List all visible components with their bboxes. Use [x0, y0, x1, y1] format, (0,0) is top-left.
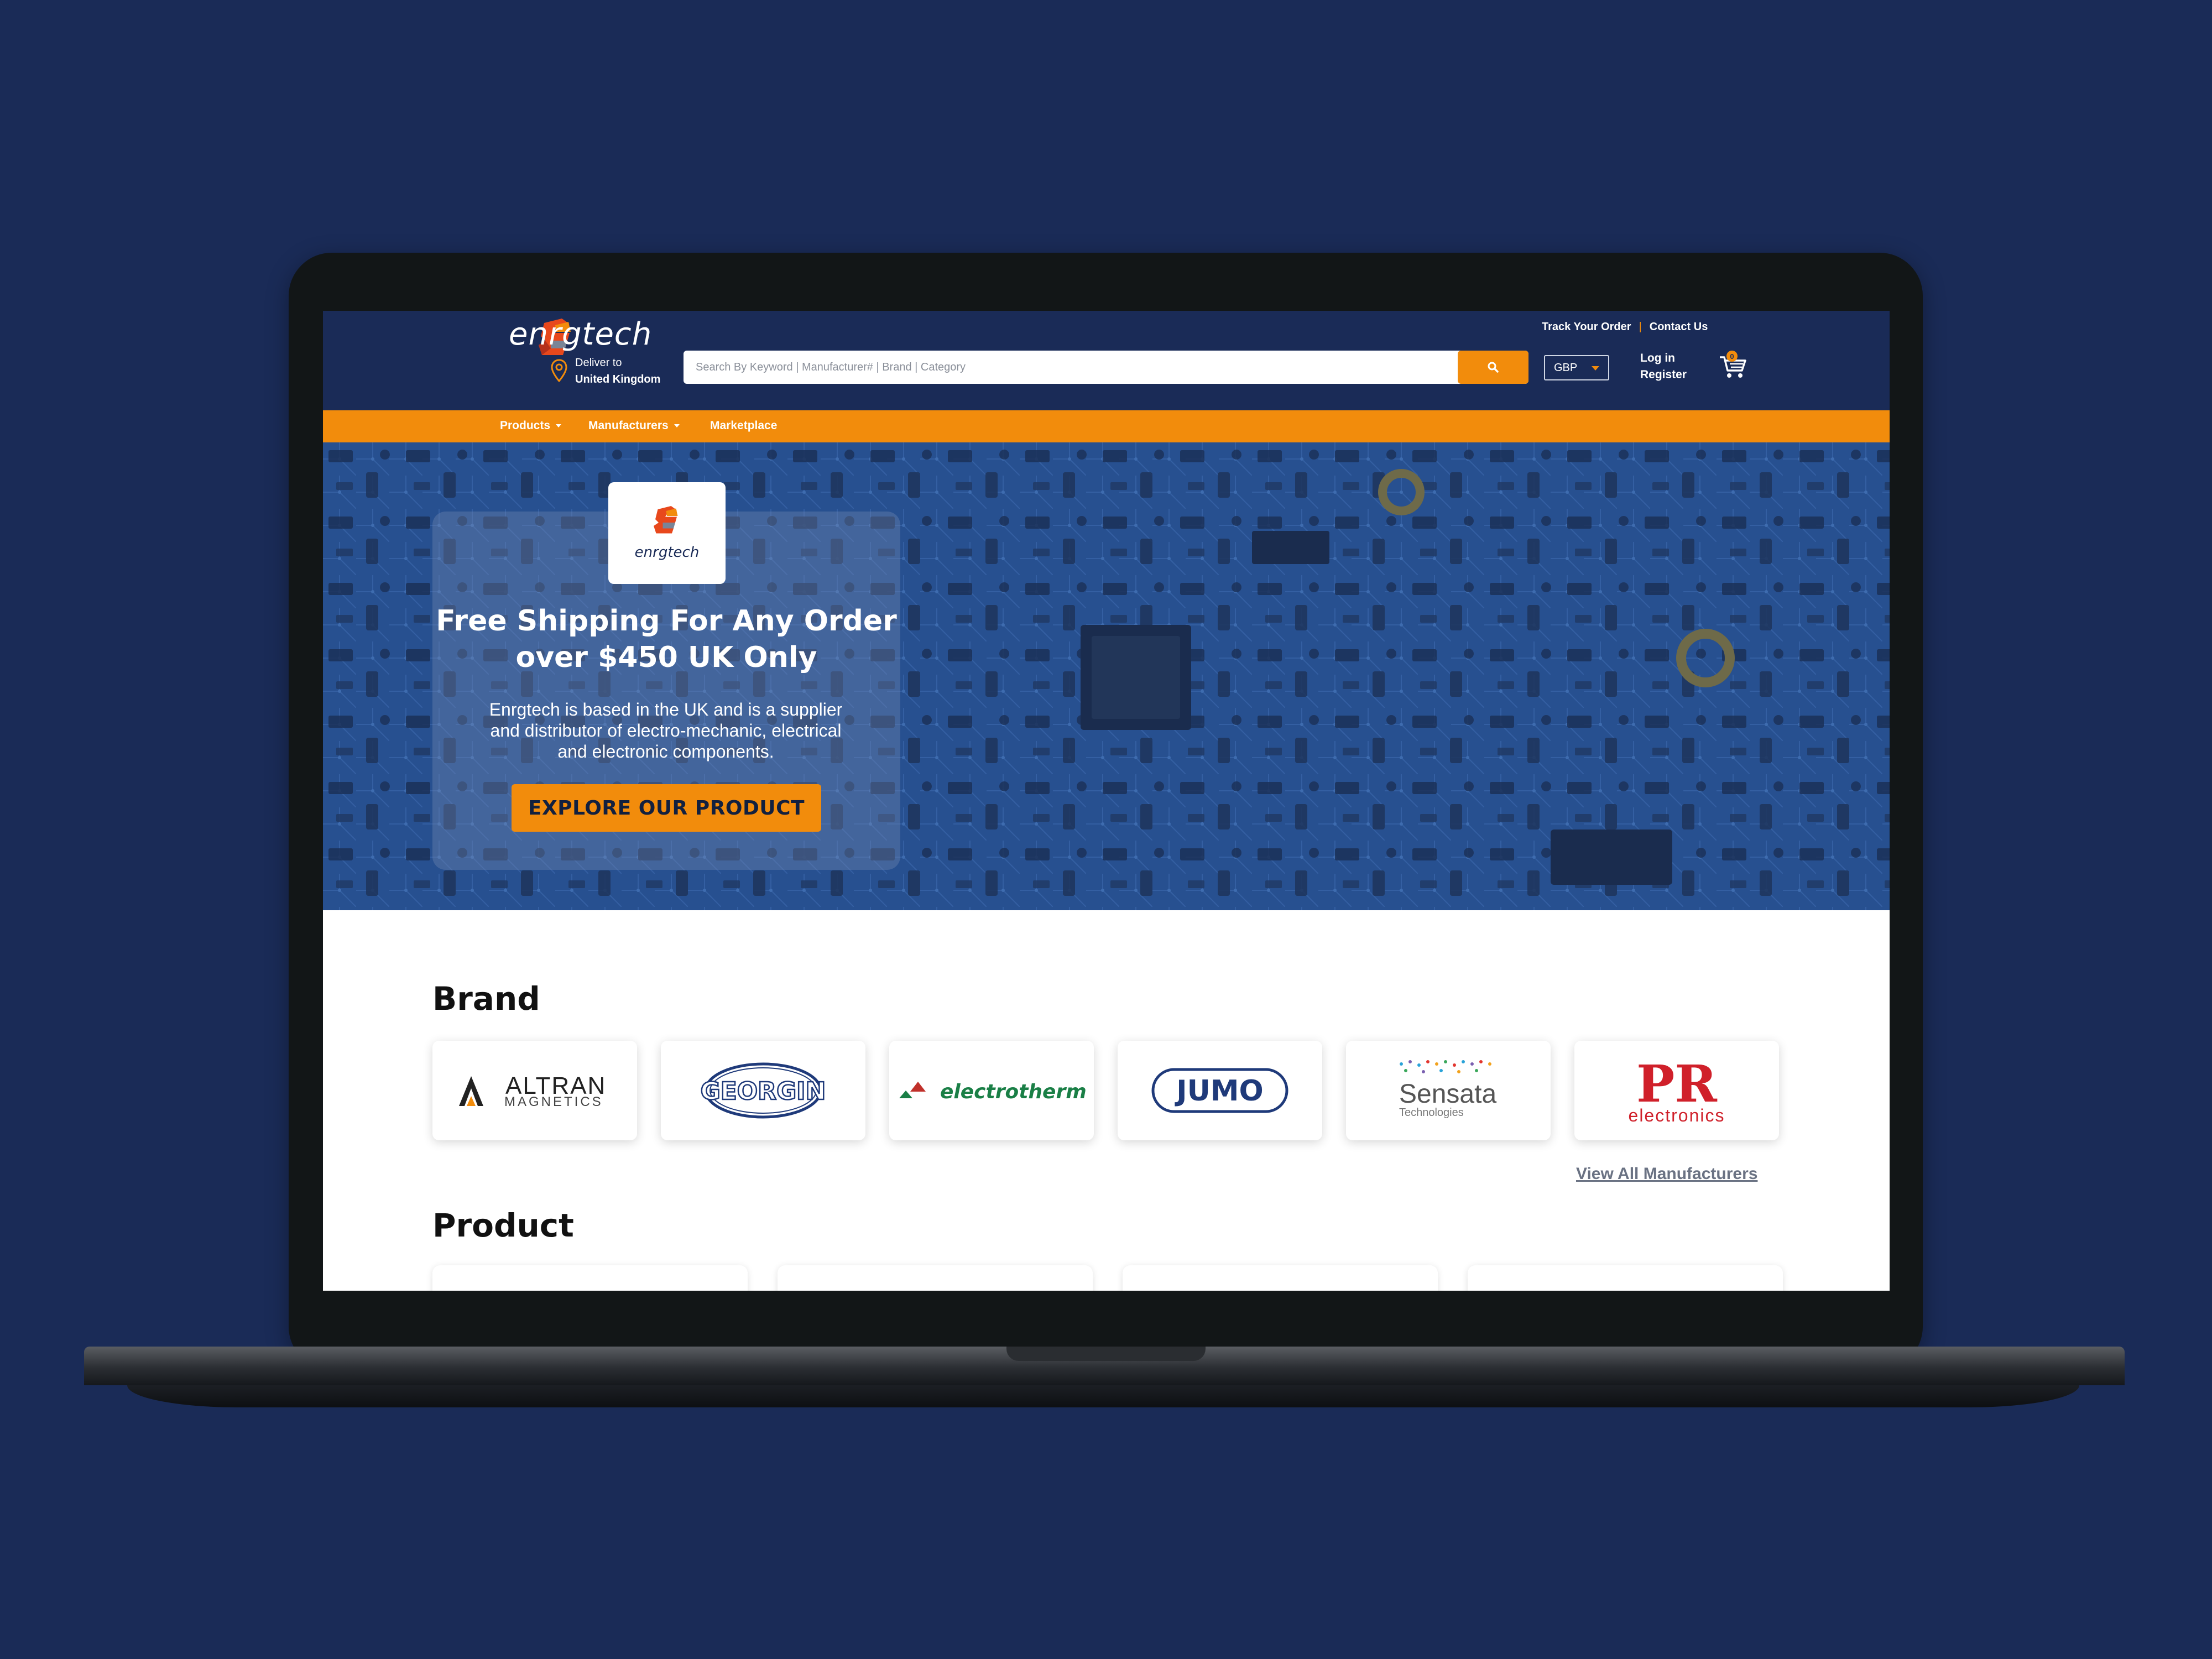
- site-header: enrgtech Deliver to United Kingdom GBP L…: [323, 311, 1890, 410]
- cart-count-badge: 0: [1726, 351, 1738, 362]
- currency-value: GBP: [1554, 361, 1578, 374]
- altran-magnetics-logo: ALTRAN MAGNETICS: [459, 1072, 605, 1109]
- hero-description-line: Enrgtech is based in the UK and is a sup…: [489, 700, 843, 719]
- brand-card-georgin[interactable]: GEORGIN: [661, 1041, 865, 1140]
- search-icon: [1488, 362, 1499, 373]
- brand-name: GEORGIN: [701, 1077, 826, 1105]
- track-order-link[interactable]: Track Your Order: [1542, 321, 1631, 333]
- brand-card-electrotherm[interactable]: electrotherm: [889, 1041, 1094, 1140]
- hero-description-line: and electronic components.: [557, 742, 774, 761]
- hero-title: Free Shipping For Any Order over $450 UK…: [432, 603, 900, 676]
- product-card[interactable]: [1468, 1265, 1783, 1291]
- product-section-title: Product: [432, 1207, 574, 1244]
- search-button[interactable]: [1458, 351, 1528, 384]
- laptop-screen: enrgtech Deliver to United Kingdom GBP L…: [323, 311, 1890, 1291]
- link-separator: |: [1639, 321, 1642, 333]
- hero-logo-badge: enrgtech: [608, 482, 726, 584]
- location-pin-icon: [551, 359, 567, 382]
- brand-card-jumo[interactable]: JUMO: [1118, 1041, 1322, 1140]
- chevron-down-icon: [556, 424, 562, 428]
- brand-name: PR: [1636, 1054, 1717, 1114]
- hero-title-line: over $450 UK Only: [515, 641, 817, 674]
- nav-item-label: Marketplace: [710, 419, 778, 432]
- pr-electronics-logo: PR electronics: [1629, 1054, 1725, 1125]
- jumo-logo: JUMO: [1151, 1068, 1288, 1113]
- explore-product-button[interactable]: EXPLORE OUR PRODUCT: [512, 784, 821, 832]
- deliver-location: United Kingdom: [575, 373, 661, 385]
- logo-wordmark[interactable]: enrgtech: [509, 316, 652, 352]
- main-nav: Products Manufacturers Marketplace: [323, 410, 1890, 442]
- hero-logo-wordmark: enrgtech: [634, 544, 700, 561]
- nav-item-label: Manufacturers: [588, 419, 669, 432]
- hero-banner: enrgtech Free Shipping For Any Order ove…: [323, 442, 1890, 910]
- brand-section-title: Brand: [432, 980, 540, 1018]
- enrgtech-logo-icon: [654, 506, 678, 534]
- view-all-manufacturers-link[interactable]: View All Manufacturers: [1576, 1165, 1757, 1183]
- brand-name: electrotherm: [940, 1081, 1087, 1103]
- brand-card-pr-electronics[interactable]: PR electronics: [1574, 1041, 1779, 1140]
- login-link[interactable]: Log in: [1640, 352, 1675, 365]
- brand-name: Sensata: [1399, 1079, 1496, 1109]
- hero-description-line: and distributor of electro-mechanic, ele…: [490, 721, 842, 740]
- brand-subtitle: MAGNETICS: [504, 1094, 603, 1109]
- nav-item-products[interactable]: Products: [500, 419, 562, 432]
- register-link[interactable]: Register: [1640, 368, 1687, 382]
- laptop-base-bottom: [127, 1385, 2079, 1407]
- sensata-dots: [1400, 1060, 1491, 1073]
- product-card[interactable]: [432, 1265, 748, 1291]
- nav-item-manufacturers[interactable]: Manufacturers: [588, 419, 680, 432]
- electrotherm-logo: electrotherm: [899, 1081, 1087, 1103]
- brand-subtitle: electronics: [1629, 1105, 1725, 1125]
- brand-card-sensata[interactable]: Sensata Technologies: [1346, 1041, 1551, 1140]
- hero-title-line: Free Shipping For Any Order: [436, 604, 897, 638]
- brand-name: JUMO: [1175, 1074, 1264, 1108]
- brand-subtitle: Technologies: [1399, 1107, 1464, 1119]
- georgin-logo: GEORGIN: [700, 1062, 827, 1119]
- chevron-down-icon: [674, 424, 680, 428]
- product-card[interactable]: [1123, 1265, 1438, 1291]
- laptop-notch: [1006, 1347, 1206, 1361]
- chevron-down-icon: [1592, 366, 1599, 371]
- search-bar: [684, 351, 1528, 384]
- search-input[interactable]: [684, 351, 1458, 384]
- contact-us-link[interactable]: Contact Us: [1650, 321, 1708, 333]
- product-card[interactable]: [778, 1265, 1093, 1291]
- deliver-label: Deliver to: [575, 357, 622, 369]
- nav-item-marketplace[interactable]: Marketplace: [710, 419, 777, 432]
- sensata-logo: Sensata Technologies: [1399, 1060, 1496, 1119]
- brand-card-altran[interactable]: ALTRAN MAGNETICS: [432, 1041, 637, 1140]
- currency-select[interactable]: GBP: [1544, 355, 1609, 380]
- hero-description: Enrgtech is based in the UK and is a sup…: [478, 699, 854, 762]
- top-links: Track Your Order | Contact Us: [1542, 321, 1708, 333]
- nav-item-label: Products: [500, 419, 551, 432]
